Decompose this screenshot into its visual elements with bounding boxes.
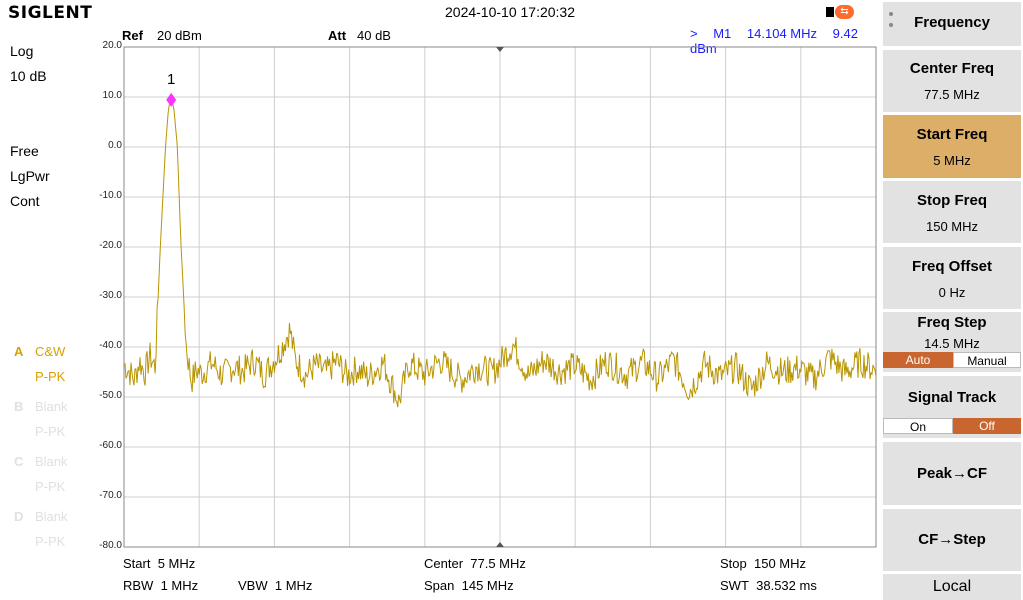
- y-tick-label: 20.0: [102, 40, 122, 51]
- trace-d-mode[interactable]: Blank: [35, 509, 68, 524]
- freq-step-auto-toggle[interactable]: Auto: [883, 352, 953, 368]
- plot-frame: [123, 46, 877, 548]
- freq-offset-button[interactable]: Freq Offset 0 Hz: [883, 247, 1021, 309]
- marker-freq: 14.104 MHz: [746, 26, 817, 41]
- freq-step-button[interactable]: Freq Step 14.5 MHz Auto Manual: [883, 312, 1021, 372]
- attenuation[interactable]: 40 dB: [357, 28, 391, 43]
- y-tick-label: -30.0: [99, 290, 122, 301]
- peak-to-cf-button[interactable]: Peak→CF: [883, 442, 1021, 505]
- trace-b-letter[interactable]: B: [14, 399, 23, 414]
- att-label: Att: [328, 28, 347, 43]
- span-value: 145 MHz: [461, 578, 514, 593]
- signal-track-on-toggle[interactable]: On: [883, 418, 953, 434]
- stop-freq-button[interactable]: Stop Freq 150 MHz: [883, 181, 1021, 243]
- start-label: Start: [123, 556, 151, 571]
- y-tick-label: -20.0: [99, 240, 122, 251]
- y-tick-label: 0.0: [108, 140, 122, 151]
- marker-readout: > M1 14.104 MHz 9.42 dBm: [690, 26, 877, 56]
- trace-b-detector: P-PK: [35, 424, 66, 439]
- marker-diamond-icon: [166, 92, 177, 107]
- trace-d-letter[interactable]: D: [14, 509, 23, 524]
- trace-a-line: [123, 98, 877, 408]
- vbw-readout: VBW 1 MHz: [238, 578, 312, 593]
- start-value: 5 MHz: [157, 556, 196, 571]
- signal-track-off-toggle[interactable]: Off: [953, 418, 1021, 434]
- signal-track-button[interactable]: Signal Track On Off: [883, 376, 1021, 438]
- brand-logo: SIGLENT: [8, 3, 93, 23]
- scale-div: 10 dB: [10, 68, 47, 84]
- y-tick-label: -10.0: [99, 190, 122, 201]
- start-freq-readout: Start 5 MHz: [123, 556, 195, 571]
- sweep-mode: Cont: [10, 193, 40, 209]
- vbw-label: VBW: [238, 578, 268, 593]
- plot-border: [123, 46, 877, 548]
- swt-label: SWT: [720, 578, 749, 593]
- span-readout: Span 145 MHz: [424, 578, 514, 593]
- detector-mode: LgPwr: [10, 168, 50, 184]
- local-button[interactable]: Local: [883, 574, 1021, 600]
- start-freq-button[interactable]: Start Freq 5 MHz: [883, 115, 1021, 178]
- y-tick-label: -40.0: [99, 340, 122, 351]
- stop-value: 150 MHz: [753, 556, 807, 571]
- stop-freq-readout: Stop 150 MHz: [720, 556, 806, 571]
- ref-label: Ref: [122, 28, 143, 43]
- swt-value: 38.532 ms: [756, 578, 817, 593]
- ref-level[interactable]: 20 dBm: [157, 28, 202, 43]
- plot-header: Ref 20 dBm Att 40 dB > M1 14.104 MHz 9.4…: [122, 26, 877, 56]
- y-tick-label: -60.0: [99, 440, 122, 451]
- trace-b-mode[interactable]: Blank: [35, 399, 68, 414]
- usb-icon: ⇆: [826, 5, 854, 19]
- trace-a: [123, 98, 877, 408]
- trace-a-mode[interactable]: C&W: [35, 344, 65, 359]
- y-tick-label: -80.0: [99, 540, 122, 551]
- rbw-readout: RBW 1 MHz: [123, 578, 198, 593]
- y-tick-label: 10.0: [102, 90, 122, 101]
- trace-c-detector: P-PK: [35, 479, 66, 494]
- trace-a-detector: P-PK: [35, 369, 66, 384]
- trace-c-mode[interactable]: Blank: [35, 454, 68, 469]
- rbw-value: 1 MHz: [160, 578, 199, 593]
- y-tick-label: -70.0: [99, 490, 122, 501]
- trigger-mode: Free: [10, 143, 39, 159]
- marker-arrow: >: [690, 26, 698, 41]
- vbw-value: 1 MHz: [274, 578, 313, 593]
- trace-c-letter[interactable]: C: [14, 454, 23, 469]
- swt-readout: SWT 38.532 ms: [720, 578, 817, 593]
- center-value: 77.5 MHz: [470, 556, 526, 571]
- status-bar: SIGLENT 2024-10-10 17:20:32 ⇆: [0, 0, 880, 24]
- left-status-panel: Log 10 dB Free LgPwr Cont A C&W P-PK B B…: [0, 24, 118, 600]
- softkey-menu: Frequency Center Freq 77.5 MHz Start Fre…: [880, 0, 1023, 600]
- center-freq-readout: Center 77.5 MHz: [424, 556, 526, 571]
- rbw-label: RBW: [123, 578, 154, 593]
- center-bottom-triangle-icon: [496, 542, 504, 547]
- cf-to-step-button[interactable]: CF→Step: [883, 509, 1021, 571]
- trace-a-letter[interactable]: A: [14, 344, 23, 359]
- plot-grid: [123, 46, 877, 548]
- stop-label: Stop: [720, 556, 747, 571]
- menu-title: Frequency: [883, 2, 1021, 46]
- freq-step-manual-toggle[interactable]: Manual: [953, 352, 1021, 368]
- y-tick-label: -50.0: [99, 390, 122, 401]
- trace-d-detector: P-PK: [35, 534, 66, 549]
- center-label: Center: [424, 556, 464, 571]
- datetime: 2024-10-10 17:20:32: [445, 4, 575, 20]
- span-label: Span: [424, 578, 455, 593]
- center-freq-button[interactable]: Center Freq 77.5 MHz: [883, 50, 1021, 112]
- scale-type: Log: [10, 43, 34, 59]
- spectrum-plot[interactable]: 1: [0, 0, 1023, 600]
- marker-number-label: 1: [167, 71, 175, 88]
- marker-m1: 1: [166, 71, 177, 107]
- center-top-triangle-icon: [496, 47, 504, 52]
- marker-name: M1: [713, 26, 732, 41]
